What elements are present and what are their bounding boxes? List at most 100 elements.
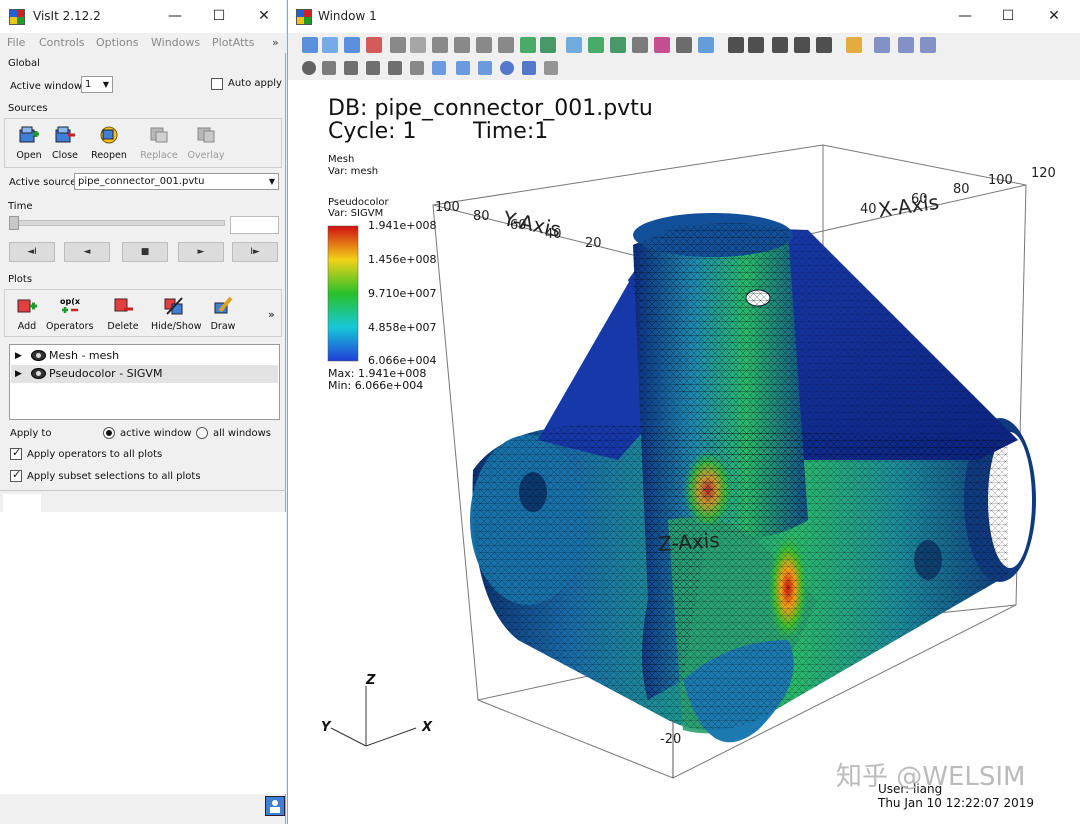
- hide-show-button[interactable]: Hide/Show: [151, 293, 202, 337]
- view-icon[interactable]: [520, 37, 536, 53]
- interaction-toolbar: [288, 56, 1080, 80]
- layout-3x3-icon[interactable]: [476, 37, 492, 53]
- select-window-icon[interactable]: [302, 37, 318, 53]
- mesh-render-icon[interactable]: [588, 37, 604, 53]
- legend-pseudocolor-var: Var: SIGVM: [328, 208, 384, 219]
- all-windows-radio-label: all windows: [213, 428, 272, 439]
- apply-operators-checkbox[interactable]: [10, 446, 22, 460]
- zone-pick-icon[interactable]: [344, 61, 358, 75]
- shading-icon[interactable]: [610, 37, 626, 53]
- menu-plotatts[interactable]: PlotAtts: [212, 36, 254, 49]
- maximize-button[interactable]: ☐: [993, 5, 1023, 27]
- menu-controls[interactable]: Controls: [39, 36, 85, 49]
- time-slider-track[interactable]: [9, 220, 225, 226]
- add-plot-button[interactable]: Add: [4, 293, 50, 337]
- reverse-play-button[interactable]: ◄: [64, 242, 110, 262]
- auto-apply-checkbox[interactable]: [211, 78, 223, 90]
- plot-list-item[interactable]: ▶ Mesh - mesh: [11, 347, 278, 365]
- delete-plot-button[interactable]: Delete: [100, 293, 146, 337]
- save-image-icon[interactable]: [846, 37, 862, 53]
- perspective-icon[interactable]: [676, 37, 692, 53]
- active-window-select[interactable]: 1 ▼: [81, 76, 113, 93]
- plane-tool-icon[interactable]: [478, 61, 492, 75]
- time-text: Time:1: [473, 119, 549, 144]
- output-indicator-icon[interactable]: [265, 796, 285, 816]
- first-frame-button[interactable]: ◄I: [9, 242, 55, 262]
- time-slider-handle[interactable]: [9, 216, 19, 230]
- visibility-eye-icon[interactable]: [31, 368, 46, 379]
- notepad-tab[interactable]: [3, 494, 41, 514]
- spin-icon[interactable]: [632, 37, 648, 53]
- stop-icon[interactable]: [772, 37, 788, 53]
- axis-restriction-icon[interactable]: [544, 61, 558, 75]
- zoom-icon[interactable]: [322, 61, 336, 75]
- close-db-button[interactable]: Close: [42, 122, 88, 166]
- clone-window-icon[interactable]: [344, 37, 360, 53]
- reset-view-icon[interactable]: [566, 37, 582, 53]
- spreadsheet-pick-icon[interactable]: [388, 61, 402, 75]
- play-button[interactable]: ►: [178, 242, 224, 262]
- close-window-button[interactable]: ✕: [1039, 5, 1069, 27]
- menu-options[interactable]: Options: [96, 36, 138, 49]
- replace-icon: [150, 127, 168, 143]
- person-icon[interactable]: [898, 37, 914, 53]
- overlay-button[interactable]: Overlay: [183, 122, 229, 166]
- visibility-eye-icon[interactable]: [31, 350, 46, 361]
- menu-file[interactable]: File: [7, 36, 25, 49]
- box-tool-icon[interactable]: [522, 61, 536, 75]
- lineout-icon[interactable]: [410, 61, 424, 75]
- layout-4x4-icon[interactable]: [498, 37, 514, 53]
- sphere-tool-icon[interactable]: [500, 61, 514, 75]
- lighting-icon[interactable]: [654, 37, 670, 53]
- last-frame-button[interactable]: I►: [232, 242, 278, 262]
- draw-button[interactable]: Draw: [200, 293, 246, 337]
- stop-button[interactable]: ■: [122, 242, 168, 262]
- plot-list[interactable]: ▶ Mesh - mesh ▶ Pseudocolor - SIGVM: [9, 344, 280, 420]
- plots-toolbar-overflow[interactable]: »: [268, 308, 275, 321]
- minimize-button[interactable]: —: [950, 5, 980, 27]
- global-group: Active window 1 ▼ Auto apply: [4, 72, 282, 98]
- all-windows-radio[interactable]: [196, 427, 208, 439]
- axis-triad: [330, 686, 417, 747]
- time-state-field[interactable]: [230, 216, 279, 234]
- active-source-label: Active source: [9, 177, 77, 188]
- layout-1x2-icon[interactable]: [410, 37, 426, 53]
- prev-frame-icon[interactable]: [748, 37, 764, 53]
- maximize-button[interactable]: ☐: [204, 5, 234, 27]
- active-window-radio[interactable]: [103, 427, 115, 439]
- next-frame-icon[interactable]: [794, 37, 810, 53]
- reopen-button[interactable]: Reopen: [86, 122, 132, 166]
- operators-button[interactable]: op(x) Operators: [46, 293, 93, 337]
- active-source-select[interactable]: pipe_connector_001.pvtu ▼: [74, 173, 279, 190]
- expand-triangle-icon[interactable]: ▶: [15, 365, 22, 383]
- node-pick-icon[interactable]: [366, 61, 380, 75]
- expand-triangle-icon[interactable]: ▶: [15, 347, 22, 365]
- colorbar-tick-label: 1.456e+008: [368, 253, 437, 266]
- plots-toolbar: Add op(x) Operators Delete Hide/Show Dra…: [4, 289, 282, 337]
- layout-2x3-icon[interactable]: [454, 37, 470, 53]
- menu-windows[interactable]: Windows: [151, 36, 200, 49]
- navigate-icon[interactable]: [302, 61, 316, 75]
- lock-view-icon[interactable]: [540, 37, 556, 53]
- svg-text:op(x): op(x): [60, 297, 80, 306]
- replace-button[interactable]: Replace: [136, 122, 182, 166]
- plot-list-item-selected[interactable]: ▶ Pseudocolor - SIGVM: [11, 365, 278, 383]
- person-icon[interactable]: [920, 37, 936, 53]
- menu-overflow[interactable]: »: [272, 36, 279, 49]
- close-window-button[interactable]: ✕: [249, 5, 279, 27]
- time-group-title: Time: [8, 201, 33, 212]
- last-frame-icon[interactable]: [816, 37, 832, 53]
- first-frame-icon[interactable]: [728, 37, 744, 53]
- point-tool-icon[interactable]: [432, 61, 446, 75]
- layout-1x1-icon[interactable]: [390, 37, 406, 53]
- delete-window-icon[interactable]: [366, 37, 382, 53]
- line-tool-icon[interactable]: [456, 61, 470, 75]
- minimize-button[interactable]: —: [160, 5, 190, 27]
- apply-subset-checkbox[interactable]: [10, 468, 22, 482]
- layout-2x2-icon[interactable]: [432, 37, 448, 53]
- new-window-icon[interactable]: [322, 37, 338, 53]
- globe-icon[interactable]: [698, 37, 714, 53]
- person-icon[interactable]: [874, 37, 890, 53]
- active-window-label: Active window: [10, 81, 83, 92]
- visualization-canvas[interactable]: DB: pipe_connector_001.pvtu Cycle: 1 Tim…: [288, 80, 1080, 824]
